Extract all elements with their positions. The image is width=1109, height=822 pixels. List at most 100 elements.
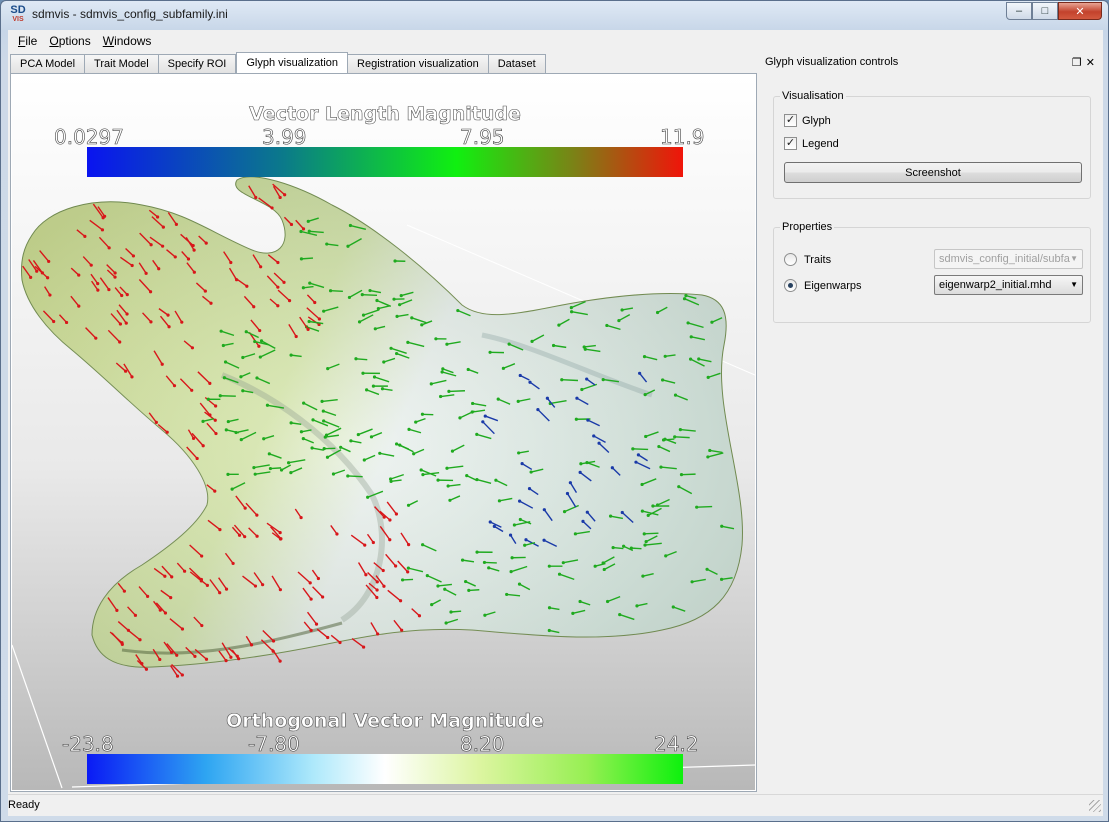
glyph-arrow-head bbox=[52, 319, 56, 324]
traits-radio-row[interactable]: Traits bbox=[784, 253, 831, 266]
glyph-checkbox-row[interactable]: ✓ Glyph bbox=[784, 114, 831, 127]
glyph-arrow-head bbox=[467, 588, 471, 593]
glyph-arrow-head bbox=[542, 538, 546, 542]
glyph-arrow-head bbox=[517, 582, 522, 586]
dock-float-icon[interactable]: ❐ bbox=[1072, 56, 1082, 69]
legend-checkbox-row[interactable]: ✓ Legend bbox=[784, 137, 839, 150]
glyph-arrow-head bbox=[278, 530, 282, 535]
title-bar[interactable]: SD VIS sdmvis - sdmvis_config_subfamily.… bbox=[1, 1, 1108, 29]
glyph-arrow-head bbox=[241, 389, 245, 393]
glyph-arrow-head bbox=[356, 432, 360, 437]
glyph-arrow-head bbox=[456, 308, 460, 313]
glyph-arrow-head bbox=[174, 222, 178, 226]
glyph-arrow-head bbox=[96, 288, 100, 292]
glyph-arrow-head bbox=[144, 667, 149, 671]
legend-checkbox[interactable]: ✓ bbox=[784, 137, 797, 150]
glyph-arrow bbox=[355, 358, 368, 361]
glyph-arrow-head bbox=[323, 435, 327, 439]
glyph-checkbox[interactable]: ✓ bbox=[784, 114, 797, 127]
glyph-arrow-head bbox=[258, 355, 262, 359]
tab-specify-roi[interactable]: Specify ROI bbox=[158, 54, 237, 73]
glyph-arrow-head bbox=[255, 513, 259, 517]
traits-radio[interactable] bbox=[784, 253, 797, 266]
glyph-arrow-head bbox=[706, 375, 710, 379]
screenshot-button[interactable]: Screenshot bbox=[784, 162, 1082, 183]
dock-close-icon[interactable]: ✕ bbox=[1086, 56, 1095, 69]
glyph-arrow-head bbox=[158, 657, 162, 662]
glyph-arrow-head bbox=[579, 462, 583, 466]
glyph-arrow-head bbox=[48, 293, 52, 297]
glyph-arrow-head bbox=[180, 673, 184, 677]
tab-glyph-visualization[interactable]: Glyph visualization bbox=[236, 52, 349, 73]
glyph-arrow-head bbox=[270, 206, 274, 210]
tab-registration-visualization[interactable]: Registration visualization bbox=[348, 54, 489, 73]
glyph-3d-viewport[interactable]: Vector Length Magnitude 0.0297 3.99 7.95… bbox=[12, 75, 755, 790]
glyph-arrow-head bbox=[407, 427, 411, 431]
glyph-arrow bbox=[681, 473, 696, 476]
tab-pca-model[interactable]: PCA Model bbox=[10, 54, 86, 73]
glyph-arrow-head bbox=[618, 612, 622, 617]
glyph-arrow-head bbox=[509, 570, 513, 574]
glyph-arrow bbox=[448, 390, 465, 393]
glyph-arrow-head bbox=[421, 473, 425, 477]
tab-trait-model[interactable]: Trait Model bbox=[85, 54, 159, 73]
glyph-arrow-head bbox=[361, 313, 366, 317]
menu-file[interactable]: File bbox=[12, 34, 43, 48]
glyph-arrow-head bbox=[507, 342, 511, 346]
glyph-arrow-head bbox=[487, 566, 491, 570]
eigenwarps-radio-label: Eigenwarps bbox=[804, 279, 862, 292]
glyph-arrow-head bbox=[325, 242, 329, 246]
glyph-arrow-head bbox=[419, 468, 423, 472]
glyph-arrow-head bbox=[581, 519, 585, 523]
glyph-arrow-head bbox=[239, 375, 243, 379]
eigenwarps-radio-row[interactable]: Eigenwarps bbox=[784, 279, 861, 292]
glyph-arrow-head bbox=[180, 320, 184, 324]
glyph-arrow-head bbox=[375, 588, 379, 592]
glyph-arrow-head bbox=[223, 360, 228, 364]
glyph-arrow-head bbox=[252, 305, 256, 309]
glyph-arrow-head bbox=[622, 544, 626, 548]
eigenwarps-radio[interactable] bbox=[784, 279, 797, 292]
glyph-arrow-head bbox=[120, 293, 124, 298]
glyph-arrow-head bbox=[204, 657, 209, 661]
glyph-arrow-head bbox=[568, 481, 572, 485]
glyph-arrow-head bbox=[547, 564, 551, 568]
glyph-arrow-head bbox=[299, 430, 304, 434]
menu-windows[interactable]: Windows bbox=[97, 34, 158, 48]
traits-combo[interactable]: sdmvis_config_initial/subfa ▼ bbox=[934, 249, 1083, 269]
glyph-arrow-head bbox=[562, 510, 567, 514]
tab-dataset[interactable]: Dataset bbox=[488, 54, 546, 73]
glyph-arrow-head bbox=[218, 591, 222, 595]
glyph-arrow bbox=[561, 379, 579, 382]
glyph-arrow-head bbox=[677, 485, 681, 489]
glyph-arrow-head bbox=[561, 561, 565, 565]
glyph-arrow-head bbox=[620, 510, 624, 515]
orthogonal-vector-legend-title: Orthogonal Vector Magnitude bbox=[226, 710, 544, 732]
minimize-button[interactable]: ‒ bbox=[1006, 2, 1032, 20]
glyph-arrow-head bbox=[239, 438, 243, 442]
size-grip-icon[interactable] bbox=[1089, 800, 1101, 812]
glyph-arrow-head bbox=[306, 327, 310, 332]
vector-length-tick: 3.99 bbox=[262, 125, 307, 149]
dock-title-bar[interactable]: Glyph visualization controls ❐ ✕ bbox=[764, 53, 1099, 71]
glyph-arrow-head bbox=[528, 380, 532, 384]
glyph-arrow-head bbox=[229, 260, 233, 265]
glyph-arrow-head bbox=[276, 260, 280, 265]
eigenwarps-combo[interactable]: eigenwarp2_initial.mhd ▼ bbox=[934, 275, 1083, 295]
properties-group-title: Properties bbox=[780, 221, 835, 233]
glyph-arrow-head bbox=[199, 579, 203, 583]
glyph-arrow-head bbox=[601, 378, 605, 382]
glyph-arrow-head bbox=[170, 575, 174, 579]
glyph-arrow-head bbox=[440, 370, 444, 374]
glyph-arrow-head bbox=[253, 339, 257, 344]
glyph-arrow-head bbox=[175, 653, 179, 657]
close-button[interactable]: ✕ bbox=[1058, 2, 1102, 20]
dock-title: Glyph visualization controls bbox=[765, 56, 899, 68]
menu-options[interactable]: Options bbox=[43, 34, 96, 48]
glyph-arrow-head bbox=[320, 399, 324, 403]
glyph-arrow-head bbox=[307, 229, 311, 233]
maximize-button[interactable]: □ bbox=[1032, 2, 1058, 20]
glyph-arrow-head bbox=[586, 418, 590, 422]
glyph-arrow-head bbox=[100, 228, 105, 232]
glyph-arrow bbox=[674, 436, 690, 439]
